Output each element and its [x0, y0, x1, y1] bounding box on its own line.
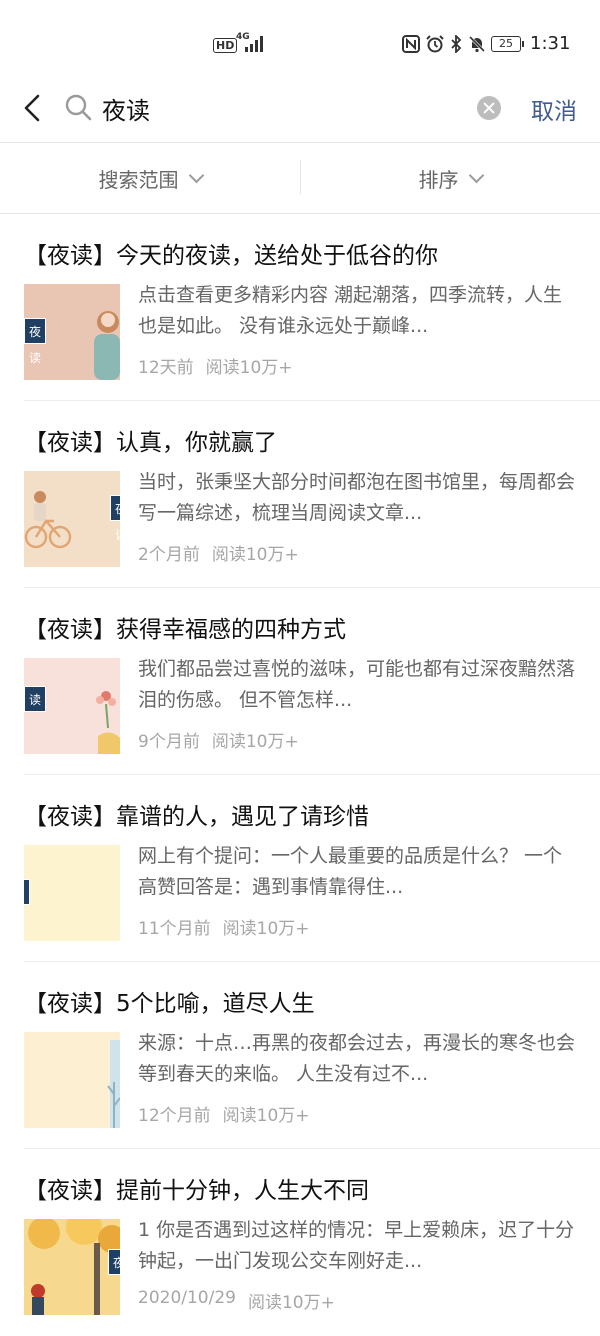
result-time: 9个月前 [138, 732, 200, 752]
result-time: 2020/10/29 [138, 1288, 236, 1308]
result-reads: 阅读10万+ [222, 1106, 310, 1126]
result-summary: 来源：十点…再黑的夜都会过去，再漫长的寒冬也会等到春天的来临。 人生没有过不..… [138, 1032, 576, 1085]
result-item[interactable]: 【夜读】5个比喻，道尽人生 来源：十点…再黑的夜都会过去，再漫长的寒冬也会等到春… [0, 962, 600, 1149]
signal-icon [245, 36, 263, 52]
result-summary: 当时，张秉坚大部分时间都泡在图书馆里，每周都会写一篇综述，梳理当周阅读文章... [138, 471, 576, 524]
result-item[interactable]: 【夜读】提前十分钟，人生大不同 夜 1 你是否遇到过这样的情况：早上爱赖床，迟了… [0, 1149, 600, 1336]
result-summary: 我们都品尝过喜悦的滋味，可能也都有过深夜黯然落泪的伤感。 但不管怎样... [138, 658, 576, 711]
result-summary: 网上有个提问：一个人最重要的品质是什么？ 一个高赞回答是：遇到事情靠得住... [138, 845, 563, 898]
result-time: 12个月前 [138, 1106, 211, 1126]
result-title: 【夜读】提前十分钟，人生大不同 [24, 1178, 369, 1204]
bluetooth-icon [451, 35, 462, 53]
thumb-tag: 夜 [108, 1249, 120, 1275]
clear-search-button[interactable] [477, 96, 501, 120]
result-meta: 2020/10/29 阅读10万+ [138, 1288, 335, 1313]
battery-indicator: 25 [491, 36, 524, 52]
thumb-tag: 夜读 [110, 495, 120, 542]
result-meta: 11个月前 阅读10万+ [138, 914, 310, 939]
result-title: 【夜读】今天的夜读，送给处于低谷的你 [24, 243, 438, 269]
result-item[interactable]: 【夜读】今天的夜读，送给处于低谷的你 夜读 点击查看更多精彩内容 潮起潮落，四季… [0, 214, 600, 401]
result-reads: 阅读10万+ [211, 732, 299, 752]
chevron-left-icon [24, 94, 40, 122]
result-item[interactable]: 【夜读】获得幸福感的四种方式 读 我们都品尝过喜悦的滋味，可能也都有过深夜黯然落… [0, 588, 600, 775]
result-meta: 12个月前 阅读10万+ [138, 1101, 310, 1126]
result-reads: 阅读10万+ [205, 358, 293, 378]
result-time: 12天前 [138, 358, 194, 378]
search-input[interactable] [102, 88, 462, 128]
result-reads: 阅读10万+ [211, 545, 299, 565]
result-reads: 阅读10万+ [247, 1293, 335, 1313]
result-title: 【夜读】靠谱的人，遇见了请珍惜 [24, 804, 369, 830]
alarm-icon [426, 35, 444, 53]
search-icon [65, 94, 92, 121]
result-thumbnail: 夜读 [24, 471, 120, 567]
result-summary: 点击查看更多精彩内容 潮起潮落，四季流转，人生也是如此。 没有谁永远处于巅峰..… [138, 284, 563, 337]
sort-label: 排序 [418, 167, 459, 192]
back-button[interactable] [16, 90, 48, 126]
result-thumbnail: 夜读 [24, 284, 120, 380]
search-scope-label: 搜索范围 [98, 167, 179, 192]
result-meta: 12天前 阅读10万+ [138, 353, 293, 378]
search-scope-dropdown[interactable]: 搜索范围 [0, 143, 300, 213]
results-list: 【夜读】今天的夜读，送给处于低谷的你 夜读 点击查看更多精彩内容 潮起潮落，四季… [0, 214, 600, 1336]
result-thumbnail: 夜 [24, 1219, 120, 1315]
thumb-tag: 读 [24, 686, 46, 712]
nfc-icon [402, 35, 420, 53]
clock: 1:31 [530, 33, 571, 54]
search-bar: 取消 [0, 74, 600, 142]
result-thumbnail [24, 845, 120, 941]
result-item[interactable]: 【夜读】认真，你就赢了 夜读 当时，张秉坚大部分时间都泡在图书馆里，每周都会写一… [0, 401, 600, 588]
result-time: 2个月前 [138, 545, 200, 565]
cancel-button[interactable]: 取消 [531, 92, 577, 126]
result-meta: 2个月前 阅读10万+ [138, 540, 299, 565]
thumb-tag: 夜读 [24, 318, 46, 365]
result-item[interactable]: 【夜读】靠谱的人，遇见了请珍惜 网上有个提问：一个人最重要的品质是什么？ 一个高… [0, 775, 600, 962]
filter-bar: 搜索范围 排序 [0, 143, 600, 213]
mute-icon [468, 35, 486, 53]
result-reads: 阅读10万+ [222, 919, 310, 939]
result-title: 【夜读】5个比喻，道尽人生 [24, 991, 315, 1017]
result-thumbnail: 读 [24, 658, 120, 754]
thumb-tag [24, 879, 30, 905]
result-summary: 1 你是否遇到过这样的情况：早上爱赖床，迟了十分钟起，一出门发现公交车刚好走..… [138, 1219, 575, 1272]
autumn-tree-icon [28, 1219, 120, 1315]
tree-icon [107, 1040, 120, 1128]
hd-indicator: HD [213, 38, 238, 53]
chevron-down-icon [188, 167, 204, 183]
result-thumbnail [24, 1032, 120, 1128]
result-title: 【夜读】认真，你就赢了 [24, 430, 277, 456]
bicycle-icon [24, 491, 72, 549]
result-title: 【夜读】获得幸福感的四种方式 [24, 617, 346, 643]
result-meta: 9个月前 阅读10万+ [138, 727, 299, 752]
sort-dropdown[interactable]: 排序 [300, 143, 600, 213]
result-time: 11个月前 [138, 919, 211, 939]
chevron-down-icon [468, 167, 484, 183]
